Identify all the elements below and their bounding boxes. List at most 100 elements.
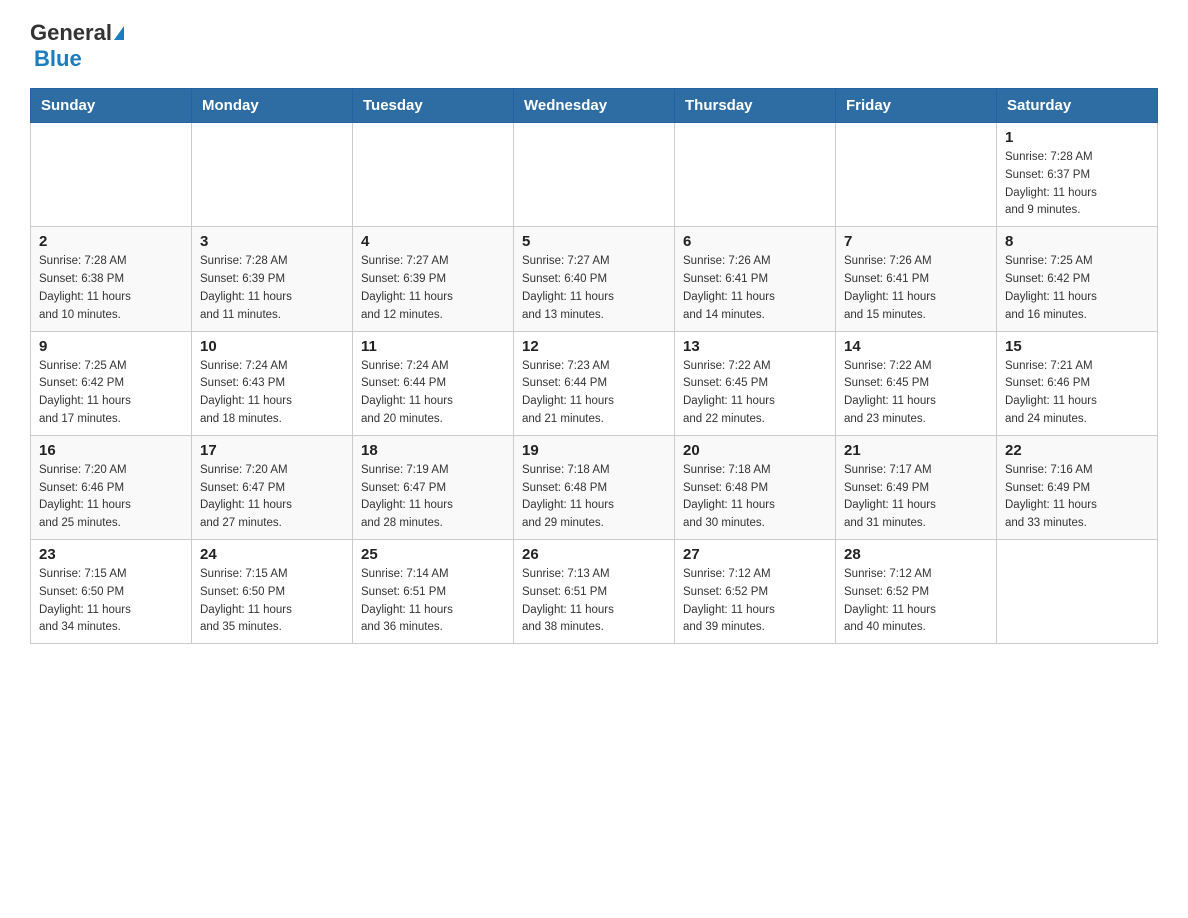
day-number: 27: [683, 546, 827, 563]
calendar-cell: 11 Sunrise: 7:24 AM Sunset: 6:44 PM Dayli…: [353, 331, 514, 435]
page-header: General Blue: [30, 20, 1158, 72]
calendar-cell: [675, 123, 836, 227]
day-number: 6: [683, 233, 827, 250]
calendar-cell: 23 Sunrise: 7:15 AM Sunset: 6:50 PM Dayli…: [31, 540, 192, 644]
calendar-cell: 18 Sunrise: 7:19 AM Sunset: 6:47 PM Dayli…: [353, 435, 514, 539]
day-info: Sunrise: 7:13 AM Sunset: 6:51 PM Dayligh…: [522, 566, 666, 637]
day-number: 10: [200, 338, 344, 355]
day-of-week-header: Saturday: [997, 89, 1158, 123]
calendar-week-row: 23 Sunrise: 7:15 AM Sunset: 6:50 PM Dayli…: [31, 540, 1158, 644]
calendar-header-row: SundayMondayTuesdayWednesdayThursdayFrid…: [31, 89, 1158, 123]
day-number: 16: [39, 442, 183, 459]
calendar-cell: 13 Sunrise: 7:22 AM Sunset: 6:45 PM Dayli…: [675, 331, 836, 435]
day-of-week-header: Friday: [836, 89, 997, 123]
day-number: 28: [844, 546, 988, 563]
day-of-week-header: Tuesday: [353, 89, 514, 123]
calendar-cell: 7 Sunrise: 7:26 AM Sunset: 6:41 PM Daylig…: [836, 227, 997, 331]
calendar-week-row: 1 Sunrise: 7:28 AM Sunset: 6:37 PM Daylig…: [31, 123, 1158, 227]
calendar-cell: 8Sunrise: 7:25 AM Sunset: 6:42 PM Daylig…: [997, 227, 1158, 331]
calendar-cell: 25 Sunrise: 7:14 AM Sunset: 6:51 PM Dayli…: [353, 540, 514, 644]
day-number: 7: [844, 233, 988, 250]
day-info: Sunrise: 7:18 AM Sunset: 6:48 PM Dayligh…: [683, 462, 827, 533]
day-number: 18: [361, 442, 505, 459]
calendar-cell: 1 Sunrise: 7:28 AM Sunset: 6:37 PM Daylig…: [997, 123, 1158, 227]
calendar-cell: 4 Sunrise: 7:27 AM Sunset: 6:39 PM Daylig…: [353, 227, 514, 331]
day-info: Sunrise: 7:25 AM Sunset: 6:42 PM Dayligh…: [39, 358, 183, 429]
day-info: Sunrise: 7:12 AM Sunset: 6:52 PM Dayligh…: [844, 566, 988, 637]
day-info: Sunrise: 7:25 AM Sunset: 6:42 PM Dayligh…: [1005, 253, 1149, 324]
calendar-cell: 20 Sunrise: 7:18 AM Sunset: 6:48 PM Dayli…: [675, 435, 836, 539]
day-info: Sunrise: 7:27 AM Sunset: 6:39 PM Dayligh…: [361, 253, 505, 324]
calendar-cell: [836, 123, 997, 227]
logo-triangle-icon: [114, 26, 124, 40]
day-info: Sunrise: 7:18 AM Sunset: 6:48 PM Dayligh…: [522, 462, 666, 533]
calendar-cell: 2 Sunrise: 7:28 AM Sunset: 6:38 PM Daylig…: [31, 227, 192, 331]
day-info: Sunrise: 7:19 AM Sunset: 6:47 PM Dayligh…: [361, 462, 505, 533]
day-of-week-header: Sunday: [31, 89, 192, 123]
calendar-cell: 24Sunrise: 7:15 AM Sunset: 6:50 PM Dayli…: [192, 540, 353, 644]
day-number: 11: [361, 338, 505, 355]
calendar-cell: 12 Sunrise: 7:23 AM Sunset: 6:44 PM Dayli…: [514, 331, 675, 435]
day-info: Sunrise: 7:26 AM Sunset: 6:41 PM Dayligh…: [844, 253, 988, 324]
day-number: 19: [522, 442, 666, 459]
day-info: Sunrise: 7:17 AM Sunset: 6:49 PM Dayligh…: [844, 462, 988, 533]
day-info: Sunrise: 7:15 AM Sunset: 6:50 PM Dayligh…: [200, 566, 344, 637]
calendar-cell: 14 Sunrise: 7:22 AM Sunset: 6:45 PM Dayli…: [836, 331, 997, 435]
day-number: 9: [39, 338, 183, 355]
logo-blue-text: Blue: [34, 46, 82, 72]
day-number: 23: [39, 546, 183, 563]
day-number: 14: [844, 338, 988, 355]
day-info: Sunrise: 7:23 AM Sunset: 6:44 PM Dayligh…: [522, 358, 666, 429]
day-info: Sunrise: 7:14 AM Sunset: 6:51 PM Dayligh…: [361, 566, 505, 637]
day-number: 21: [844, 442, 988, 459]
calendar-cell: 26 Sunrise: 7:13 AM Sunset: 6:51 PM Dayli…: [514, 540, 675, 644]
calendar-cell: 28 Sunrise: 7:12 AM Sunset: 6:52 PM Dayli…: [836, 540, 997, 644]
calendar-week-row: 2 Sunrise: 7:28 AM Sunset: 6:38 PM Daylig…: [31, 227, 1158, 331]
day-number: 15: [1005, 338, 1149, 355]
day-of-week-header: Thursday: [675, 89, 836, 123]
day-info: Sunrise: 7:15 AM Sunset: 6:50 PM Dayligh…: [39, 566, 183, 637]
day-number: 1: [1005, 129, 1149, 146]
day-of-week-header: Wednesday: [514, 89, 675, 123]
calendar-cell: 16 Sunrise: 7:20 AM Sunset: 6:46 PM Dayli…: [31, 435, 192, 539]
day-info: Sunrise: 7:28 AM Sunset: 6:39 PM Dayligh…: [200, 253, 344, 324]
calendar-cell: 3 Sunrise: 7:28 AM Sunset: 6:39 PM Daylig…: [192, 227, 353, 331]
day-number: 3: [200, 233, 344, 250]
logo-general-text: General: [30, 20, 112, 46]
day-info: Sunrise: 7:22 AM Sunset: 6:45 PM Dayligh…: [844, 358, 988, 429]
day-number: 2: [39, 233, 183, 250]
day-info: Sunrise: 7:24 AM Sunset: 6:43 PM Dayligh…: [200, 358, 344, 429]
calendar-cell: [353, 123, 514, 227]
day-number: 26: [522, 546, 666, 563]
day-info: Sunrise: 7:12 AM Sunset: 6:52 PM Dayligh…: [683, 566, 827, 637]
day-info: Sunrise: 7:22 AM Sunset: 6:45 PM Dayligh…: [683, 358, 827, 429]
calendar-cell: 9 Sunrise: 7:25 AM Sunset: 6:42 PM Daylig…: [31, 331, 192, 435]
calendar-cell: 27 Sunrise: 7:12 AM Sunset: 6:52 PM Dayli…: [675, 540, 836, 644]
calendar-cell: [997, 540, 1158, 644]
day-number: 5: [522, 233, 666, 250]
calendar-cell: [31, 123, 192, 227]
day-number: 12: [522, 338, 666, 355]
calendar-cell: 21 Sunrise: 7:17 AM Sunset: 6:49 PM Dayli…: [836, 435, 997, 539]
day-info: Sunrise: 7:20 AM Sunset: 6:46 PM Dayligh…: [39, 462, 183, 533]
day-info: Sunrise: 7:27 AM Sunset: 6:40 PM Dayligh…: [522, 253, 666, 324]
day-info: Sunrise: 7:24 AM Sunset: 6:44 PM Dayligh…: [361, 358, 505, 429]
day-number: 20: [683, 442, 827, 459]
day-of-week-header: Monday: [192, 89, 353, 123]
day-number: 4: [361, 233, 505, 250]
day-number: 25: [361, 546, 505, 563]
day-number: 22: [1005, 442, 1149, 459]
calendar-cell: 17Sunrise: 7:20 AM Sunset: 6:47 PM Dayli…: [192, 435, 353, 539]
day-info: Sunrise: 7:28 AM Sunset: 6:37 PM Dayligh…: [1005, 149, 1149, 220]
logo: General Blue: [30, 20, 124, 72]
calendar-cell: 22Sunrise: 7:16 AM Sunset: 6:49 PM Dayli…: [997, 435, 1158, 539]
calendar-cell: 19 Sunrise: 7:18 AM Sunset: 6:48 PM Dayli…: [514, 435, 675, 539]
calendar-cell: [192, 123, 353, 227]
calendar-cell: 10 Sunrise: 7:24 AM Sunset: 6:43 PM Dayli…: [192, 331, 353, 435]
calendar-cell: [514, 123, 675, 227]
day-info: Sunrise: 7:26 AM Sunset: 6:41 PM Dayligh…: [683, 253, 827, 324]
calendar-cell: 15Sunrise: 7:21 AM Sunset: 6:46 PM Dayli…: [997, 331, 1158, 435]
calendar-week-row: 9 Sunrise: 7:25 AM Sunset: 6:42 PM Daylig…: [31, 331, 1158, 435]
day-info: Sunrise: 7:28 AM Sunset: 6:38 PM Dayligh…: [39, 253, 183, 324]
day-number: 13: [683, 338, 827, 355]
